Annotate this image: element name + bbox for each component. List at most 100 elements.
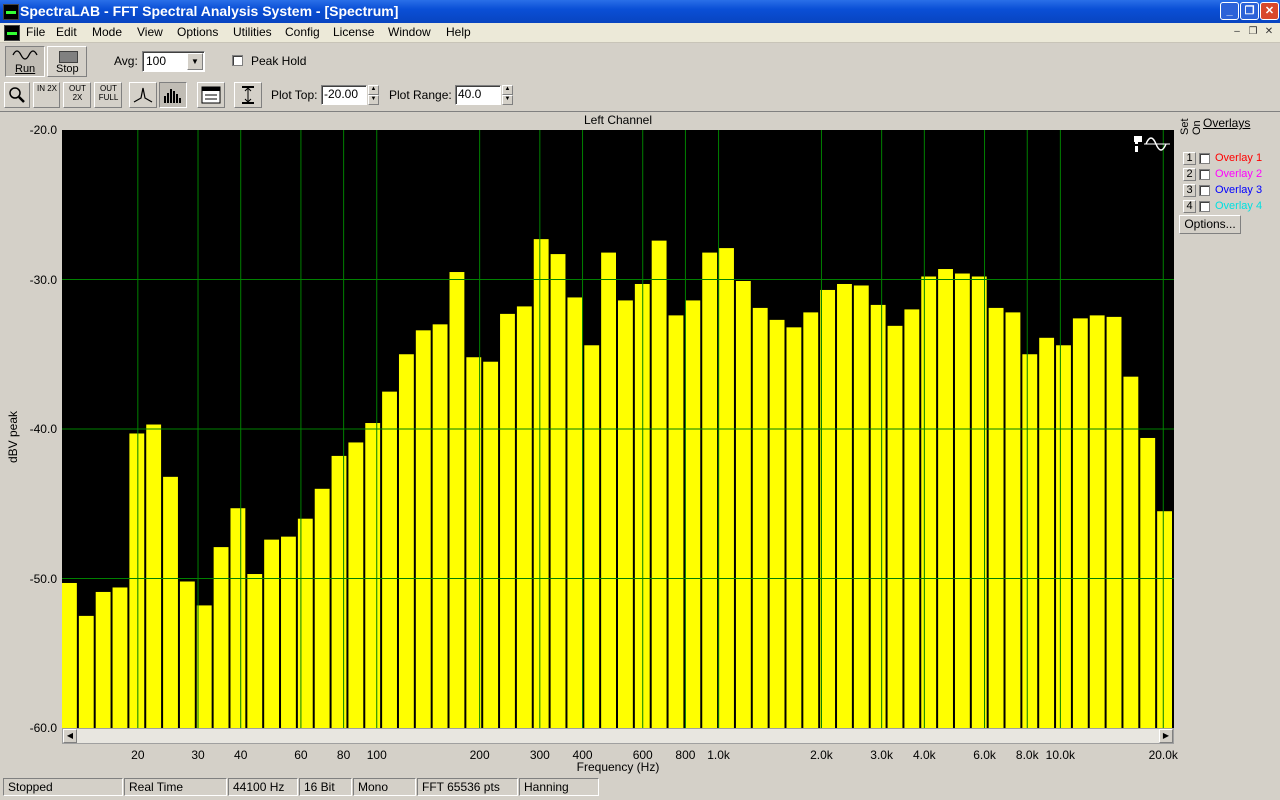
spectrum-bar [988, 307, 1004, 728]
plot-range-spinner[interactable]: ▲ ▼ [502, 85, 513, 105]
overlay-4-set-button[interactable]: 4 [1183, 200, 1196, 213]
spectrum-bar [1005, 312, 1021, 728]
spectrum-bar [567, 297, 583, 728]
horizontal-scrollbar[interactable]: ◀ ▶ [62, 728, 1174, 744]
zoom-in-2x-button[interactable]: IN 2X [33, 82, 60, 108]
y-tick-label: -40.0 [29, 422, 57, 436]
spectrum-bar [1039, 337, 1055, 728]
menu-edit[interactable]: Edit [56, 25, 77, 39]
scroll-right-icon[interactable]: ▶ [1159, 729, 1173, 743]
avg-select[interactable]: 100 ▼ [142, 51, 205, 72]
menu-view[interactable]: View [137, 25, 163, 39]
spectrum-bar [196, 605, 212, 728]
spectrum-bar [179, 581, 195, 728]
spin-down-icon[interactable]: ▼ [502, 95, 513, 105]
spectrum-bar [1022, 354, 1038, 728]
zoom-button[interactable] [4, 82, 30, 108]
spectrum-bar [786, 327, 802, 728]
spectrum-bar [668, 315, 684, 728]
spectrum-plot[interactable] [62, 130, 1174, 728]
spectrum-chart [62, 130, 1174, 728]
overlay-4-checkbox[interactable] [1199, 201, 1210, 212]
overlay-3-set-button[interactable]: 3 [1183, 184, 1196, 197]
peak-hold-checkbox[interactable] [232, 55, 243, 66]
stop-label: Stop [56, 63, 79, 75]
peak-hold-label: Peak Hold [251, 54, 307, 68]
plot-top-input[interactable]: -20.00 [321, 85, 367, 105]
spectrum-bar [314, 488, 330, 728]
menu-window[interactable]: Window [388, 25, 431, 39]
spectrum-bar [719, 248, 734, 728]
spectrum-bar [1106, 316, 1122, 728]
zoom-in-label: IN 2X [36, 84, 57, 93]
bar-plot-button[interactable] [159, 82, 187, 108]
y-tick-label: -30.0 [29, 272, 57, 287]
spectrum-bar [601, 252, 616, 728]
spectrum-bar [398, 354, 414, 728]
zoom-full-button[interactable]: OUT FULL [94, 82, 122, 108]
mdi-close-icon[interactable]: ✕ [1262, 26, 1276, 39]
overlay-options-button[interactable]: Options... [1179, 215, 1241, 234]
menu-options[interactable]: Options [177, 25, 218, 39]
spectrum-bar [112, 587, 128, 728]
overlay-2-set-button[interactable]: 2 [1183, 168, 1196, 181]
spectrum-bar [837, 283, 852, 728]
plot-range-label: Plot Range: [389, 88, 452, 102]
overlay-1-set-button[interactable]: 1 [1183, 152, 1196, 165]
plot-range-input[interactable]: 40.0 [455, 85, 501, 105]
overlay-2-checkbox[interactable] [1199, 169, 1210, 180]
avg-label: Avg: [114, 54, 138, 68]
spectrum-bar [1072, 318, 1088, 728]
close-icon[interactable]: ✕ [1260, 2, 1279, 20]
divider [0, 111, 1280, 112]
zoom-out-label: OUT 2X [69, 84, 86, 102]
spectrum-bar [146, 424, 162, 728]
spectrum-bar [853, 285, 869, 728]
status-window: Hanning [519, 778, 599, 796]
spectrum-bar [803, 312, 819, 728]
spectrum-bar [247, 574, 263, 728]
menu-config[interactable]: Config [285, 25, 320, 39]
menu-license[interactable]: License [333, 25, 374, 39]
zoom-out-2x-button[interactable]: OUT 2X [63, 82, 91, 108]
spectrum-bar [769, 319, 785, 728]
spin-up-icon[interactable]: ▲ [502, 85, 513, 95]
spin-up-icon[interactable]: ▲ [368, 85, 379, 95]
plot-properties-button[interactable] [197, 82, 225, 108]
menu-mode[interactable]: Mode [92, 25, 122, 39]
autoscale-button[interactable] [234, 82, 262, 108]
waveform-toggle-icon[interactable] [1132, 134, 1172, 154]
scroll-left-icon[interactable]: ◀ [63, 729, 77, 743]
menu-utilities[interactable]: Utilities [233, 25, 272, 39]
spectrum-bar [584, 345, 600, 728]
spectrum-bar [702, 252, 718, 728]
y-tick-label: -60.0 [29, 721, 57, 735]
x-axis-label: Frequency (Hz) [576, 760, 660, 774]
spectrum-bar [550, 254, 566, 728]
plot-top-label: Plot Top: [271, 88, 318, 102]
plot-top-spinner[interactable]: ▲ ▼ [368, 85, 379, 105]
stop-button[interactable]: Stop [47, 46, 87, 77]
menu-file[interactable]: File [26, 25, 45, 39]
spectrum-bar [887, 325, 903, 728]
overlay-1-checkbox[interactable] [1199, 153, 1210, 164]
spectrum-bar [331, 455, 347, 728]
overlay-3-checkbox[interactable] [1199, 185, 1210, 196]
menu-help[interactable]: Help [446, 25, 471, 39]
spin-down-icon[interactable]: ▼ [368, 95, 379, 105]
line-plot-button[interactable] [129, 82, 157, 108]
restore-icon[interactable]: ❐ [1240, 2, 1259, 20]
set-header: Set [1179, 118, 1191, 135]
minimize-icon[interactable]: _ [1220, 2, 1239, 20]
spectrum-bar [752, 307, 768, 728]
mdi-minimize-icon[interactable]: – [1230, 26, 1244, 39]
y-axis-label: dBV peak [6, 410, 20, 464]
spectrum-bar [95, 591, 111, 728]
chevron-down-icon[interactable]: ▼ [187, 53, 203, 70]
mdi-restore-icon[interactable]: ❐ [1246, 26, 1260, 39]
document-icon[interactable] [4, 25, 20, 41]
run-button[interactable]: Run [5, 46, 45, 77]
vertical-range-icon [242, 86, 254, 104]
on-header: On [1191, 120, 1203, 135]
spectrum-bar [382, 391, 397, 728]
